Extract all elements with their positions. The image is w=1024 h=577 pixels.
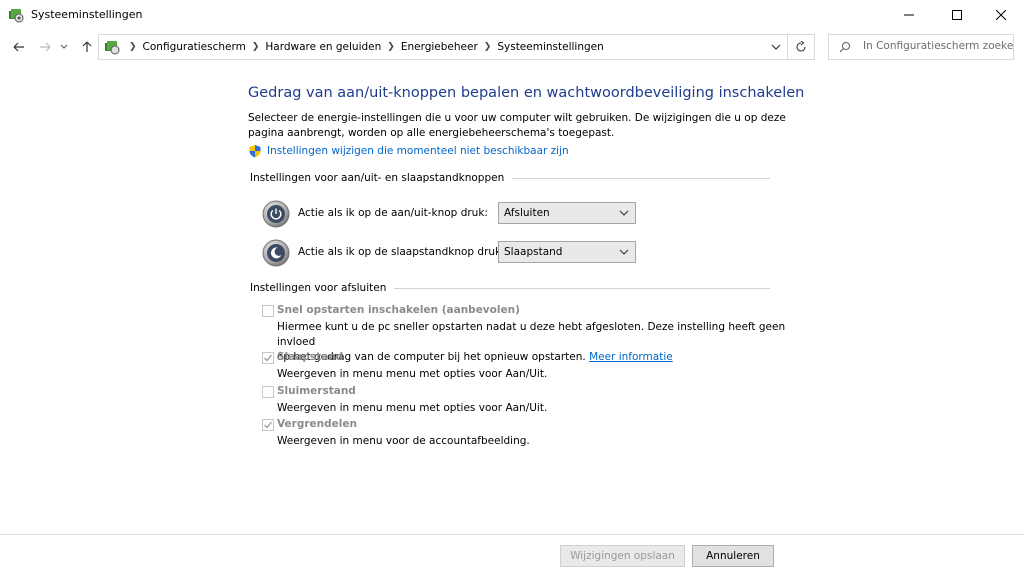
lock-checkbox[interactable] (262, 419, 274, 431)
save-changes-button[interactable]: Wijzigingen opslaan (560, 545, 685, 567)
shutdown-section-header: Instellingen voor afsluiten (250, 282, 770, 294)
fast-startup-desc-line2: op het gedrag van de computer bij het op… (277, 350, 797, 365)
breadcrumb-separator-icon: ❯ (129, 42, 137, 52)
fast-startup-desc-line1: Hiermee kunt u de pc sneller opstarten n… (277, 321, 786, 348)
section-divider (394, 287, 770, 289)
checkmark-icon (264, 354, 273, 362)
main-content: Gedrag van aan/uit-knoppen bepalen en wa… (0, 64, 1024, 534)
power-icon (262, 200, 290, 228)
page-title: Gedrag van aan/uit-knoppen bepalen en wa… (248, 85, 805, 101)
shutdown-section-title: Instellingen voor afsluiten (250, 282, 387, 294)
buttons-section-title: Instellingen voor aan/uit- en slaapstand… (250, 172, 505, 184)
address-bar: ❯ Configuratiescherm ❯ Hardware en gelui… (0, 30, 1024, 64)
refresh-button[interactable] (788, 34, 815, 60)
hibernate-checkbox[interactable] (262, 386, 274, 398)
sleep-button-value: Slaapstand (504, 246, 563, 258)
forward-button[interactable] (36, 38, 54, 56)
breadcrumb-item[interactable]: Hardware en geluiden (265, 41, 381, 53)
breadcrumb-separator-icon[interactable]: ❯ (252, 42, 260, 52)
up-button[interactable] (78, 38, 96, 56)
cancel-button[interactable]: Annuleren (692, 545, 774, 567)
more-info-link[interactable]: Meer informatie (589, 351, 673, 363)
search-icon (839, 41, 851, 53)
maximize-button[interactable] (934, 0, 980, 30)
window-title: Systeeminstellingen (31, 8, 143, 21)
sleep-icon (262, 239, 290, 267)
maximize-icon (952, 10, 962, 20)
sleep-option-label: Slaapstand (277, 351, 344, 363)
recent-locations-button[interactable] (58, 38, 70, 56)
sleep-button-label: Actie als ik op de slaapstandknop druk: (298, 246, 505, 258)
footer: Wijzigingen opslaan Annuleren (0, 534, 1024, 577)
minimize-button[interactable] (886, 0, 932, 30)
buttons-section-header: Instellingen voor aan/uit- en slaapstand… (250, 172, 770, 184)
checkmark-icon (264, 421, 273, 429)
minimize-icon (904, 14, 914, 16)
fast-startup-checkbox[interactable] (262, 305, 274, 317)
sleep-option-description: Weergeven in menu menu met opties voor A… (277, 368, 548, 380)
hibernate-option-label: Sluimerstand (277, 385, 356, 397)
fast-startup-description: Hiermee kunt u de pc sneller opstarten n… (277, 320, 797, 365)
chevron-down-icon (619, 210, 629, 216)
lock-option-label: Vergrendelen (277, 418, 357, 430)
address-box[interactable]: ❯ Configuratiescherm ❯ Hardware en gelui… (98, 34, 788, 60)
title-bar: Systeeminstellingen (0, 0, 1024, 30)
breadcrumb-item[interactable]: Energiebeheer (401, 41, 478, 53)
chevron-down-icon (619, 249, 629, 255)
search-box[interactable] (828, 34, 1014, 60)
back-button[interactable] (10, 38, 28, 56)
breadcrumb: ❯ Configuratiescherm ❯ Hardware en gelui… (123, 41, 604, 53)
control-panel-icon (9, 9, 24, 23)
lock-option-description: Weergeven in menu voor de accountafbeeld… (277, 435, 530, 447)
section-divider (512, 177, 770, 179)
page-description: Selecteer de energie-instellingen die u … (248, 112, 786, 139)
power-button-label: Actie als ik op de aan/uit-knop druk: (298, 207, 488, 219)
sleep-button-row: Actie als ik op de slaapstandknop druk: … (262, 239, 636, 267)
close-icon (996, 10, 1006, 20)
control-panel-icon (105, 41, 120, 55)
breadcrumb-separator-icon[interactable]: ❯ (387, 42, 395, 52)
breadcrumb-item[interactable]: Configuratiescherm (143, 41, 246, 53)
search-input[interactable] (863, 40, 1013, 52)
breadcrumb-item[interactable]: Systeeminstellingen (497, 41, 603, 53)
arrow-up-icon (82, 41, 92, 52)
breadcrumb-separator-icon[interactable]: ❯ (484, 42, 492, 52)
power-button-select[interactable]: Afsluiten (498, 202, 636, 224)
chevron-down-icon (60, 44, 68, 49)
change-settings-link-text[interactable]: Instellingen wijzigen die momenteel niet… (267, 145, 569, 157)
chevron-down-icon[interactable] (771, 40, 781, 54)
uac-shield-icon (249, 145, 261, 158)
fast-startup-label: Snel opstarten inschakelen (aanbevolen) (277, 304, 520, 316)
power-button-value: Afsluiten (504, 207, 550, 219)
hibernate-option-description: Weergeven in menu menu met opties voor A… (277, 402, 548, 414)
refresh-icon (796, 41, 806, 52)
change-settings-link[interactable]: Instellingen wijzigen die momenteel niet… (248, 144, 569, 158)
close-button[interactable] (978, 0, 1024, 30)
sleep-checkbox[interactable] (262, 352, 274, 364)
arrow-left-icon (13, 42, 24, 52)
arrow-right-icon (40, 42, 51, 52)
power-button-row: Actie als ik op de aan/uit-knop druk: Af… (262, 200, 636, 228)
sleep-button-select[interactable]: Slaapstand (498, 241, 636, 263)
